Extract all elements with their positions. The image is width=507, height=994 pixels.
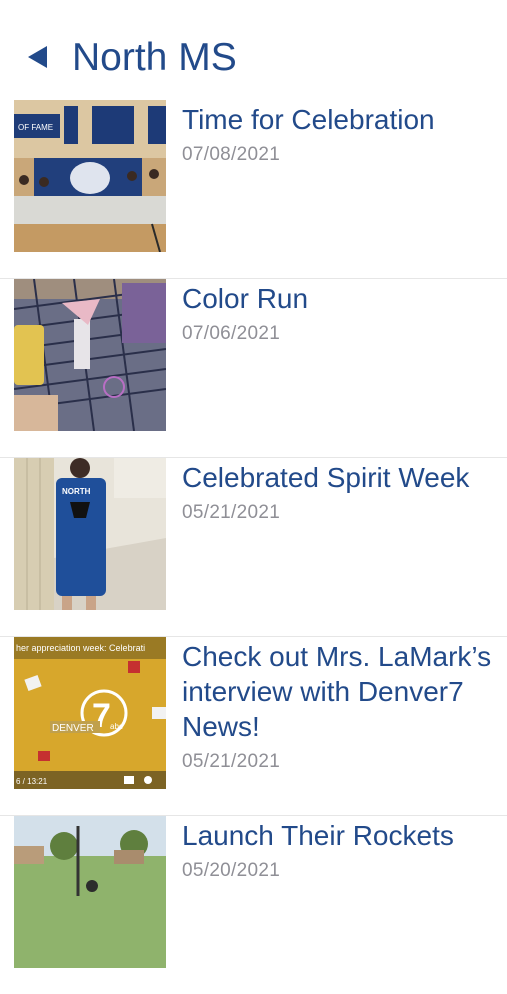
list-item[interactable]: OF FAME Time for Celebration 07/08/2021 (0, 100, 507, 279)
list-item[interactable]: NORTH Celebrated Spirit Week 05/21/2021 (0, 458, 507, 637)
jersey-text: NORTH (62, 487, 91, 496)
thumbnail-image (14, 279, 166, 431)
item-date: 07/06/2021 (182, 323, 281, 344)
banner-text: OF FAME (18, 123, 53, 132)
page-title: North MS (72, 36, 237, 79)
app-header: North MS (0, 0, 507, 100)
list-item[interactable]: Launch Their Rockets 05/20/2021 (0, 816, 507, 994)
thumbnail-image: her appreciation week: Celebrati 7 DENVE… (14, 637, 166, 789)
thumbnail-image (14, 816, 166, 968)
back-button[interactable] (22, 42, 52, 72)
video-time: 6 / 13:21 (16, 777, 48, 786)
list-item[interactable]: Color Run 07/06/2021 (0, 279, 507, 458)
item-date: 05/21/2021 (182, 751, 281, 772)
thumbnail-image: OF FAME (14, 100, 166, 252)
item-date: 05/20/2021 (182, 860, 281, 881)
item-title: Celebrated Spirit Week (182, 462, 470, 493)
item-date: 07/08/2021 (182, 144, 281, 165)
item-title: Color Run (182, 283, 309, 314)
item-title: Time for Celebration (182, 104, 435, 135)
back-arrow-icon (27, 46, 47, 68)
item-title: Check out Mrs. LaMark’s interview with D… (182, 641, 492, 742)
item-date: 05/21/2021 (182, 502, 281, 523)
item-title: Launch Their Rockets (182, 820, 454, 851)
list-item[interactable]: her appreciation week: Celebrati 7 DENVE… (0, 637, 507, 816)
network-logo-text: abc (110, 722, 123, 731)
station-logo-text: DENVER (52, 723, 94, 734)
thumbnail-image: NORTH (14, 458, 166, 610)
video-caption: her appreciation week: Celebrati (16, 643, 145, 653)
